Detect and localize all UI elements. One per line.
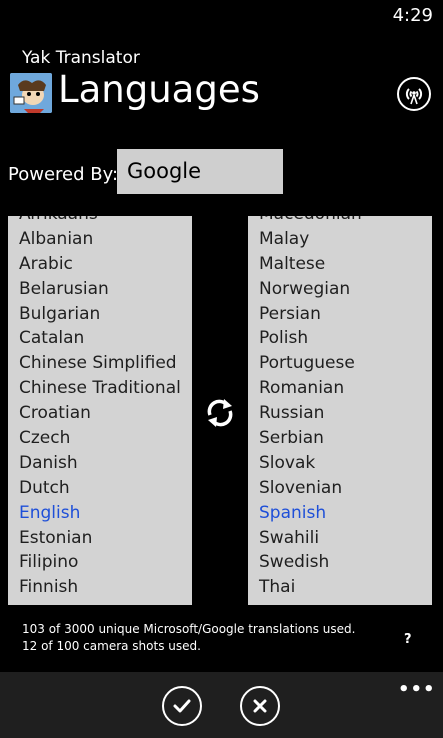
list-item[interactable]: Chinese Simplified — [8, 351, 192, 376]
list-item[interactable]: Belarusian — [8, 277, 192, 302]
more-options-button[interactable]: ••• — [398, 679, 436, 700]
list-item[interactable]: Danish — [8, 451, 192, 476]
list-item[interactable]: Afrikaans — [8, 216, 192, 227]
broadcast-button[interactable] — [397, 77, 431, 111]
list-item[interactable]: Romanian — [248, 376, 432, 401]
confirm-button[interactable] — [162, 686, 202, 726]
list-item[interactable]: Slovak — [248, 451, 432, 476]
list-item[interactable]: Malay — [248, 227, 432, 252]
swap-icon — [207, 399, 233, 427]
powered-by-label: Powered By: — [8, 164, 119, 185]
list-item[interactable]: Finnish — [8, 575, 192, 600]
check-icon — [173, 699, 191, 713]
close-icon — [253, 699, 267, 713]
cancel-button[interactable] — [240, 686, 280, 726]
list-item[interactable]: Croatian — [8, 401, 192, 426]
list-item[interactable]: Portuguese — [248, 351, 432, 376]
list-item[interactable]: Swahili — [248, 526, 432, 551]
list-item[interactable]: Persian — [248, 302, 432, 327]
list-item[interactable]: Bulgarian — [8, 302, 192, 327]
broadcast-icon — [405, 88, 423, 105]
target-language-list[interactable]: MacedonianMalayMalteseNorwegianPersianPo… — [248, 216, 432, 605]
list-item[interactable]: Dutch — [8, 476, 192, 501]
list-item[interactable]: Norwegian — [248, 277, 432, 302]
usage-info: 103 of 3000 unique Microsoft/Google tran… — [22, 621, 355, 655]
list-item[interactable]: Serbian — [248, 426, 432, 451]
swap-languages-button[interactable] — [202, 395, 238, 431]
list-item[interactable]: English — [8, 501, 192, 526]
help-button[interactable]: ? — [404, 632, 412, 647]
status-time: 4:29 — [392, 5, 433, 26]
app-bar — [0, 672, 443, 738]
source-language-list[interactable]: AfrikaansAlbanianArabicBelarusianBulgari… — [8, 216, 192, 605]
list-item[interactable]: Estonian — [8, 526, 192, 551]
list-item[interactable]: Arabic — [8, 252, 192, 277]
list-item[interactable]: Slovenian — [248, 476, 432, 501]
list-item[interactable]: Albanian — [8, 227, 192, 252]
list-item[interactable]: Macedonian — [248, 216, 432, 227]
list-item[interactable]: Thai — [248, 575, 432, 600]
list-item[interactable]: Filipino — [8, 550, 192, 575]
list-item[interactable]: Spanish — [248, 501, 432, 526]
list-item[interactable]: Catalan — [8, 326, 192, 351]
app-logo — [10, 73, 52, 113]
list-item[interactable]: Polish — [248, 326, 432, 351]
translations-usage: 103 of 3000 unique Microsoft/Google tran… — [22, 622, 356, 636]
page-title: Languages — [58, 68, 260, 111]
list-item[interactable]: Maltese — [248, 252, 432, 277]
camera-usage: 12 of 100 camera shots used. — [22, 639, 201, 653]
list-item[interactable]: Czech — [8, 426, 192, 451]
engine-select[interactable]: Google — [117, 149, 283, 194]
list-item[interactable]: Russian — [248, 401, 432, 426]
list-item[interactable]: Swedish — [248, 550, 432, 575]
app-name: Yak Translator — [22, 48, 140, 68]
list-item[interactable]: Chinese Traditional — [8, 376, 192, 401]
